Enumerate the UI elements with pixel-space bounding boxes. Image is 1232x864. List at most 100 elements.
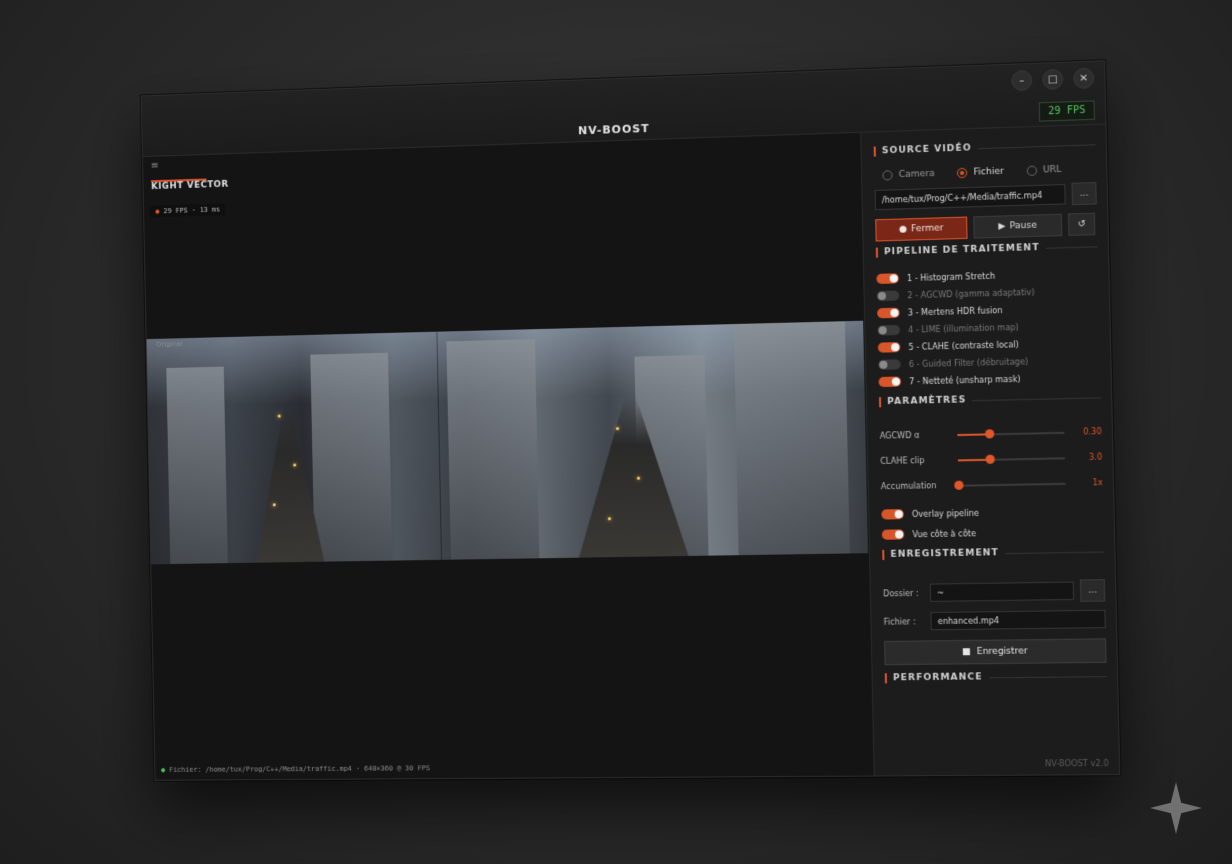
toggle-switch[interactable] <box>878 359 901 370</box>
brand-label: KIGHT VECTOR <box>151 179 229 193</box>
side-by-side-divider <box>436 331 443 560</box>
slider-handle[interactable] <box>985 454 996 464</box>
record-dot-icon: ● <box>898 224 908 235</box>
radio-circle-icon <box>957 167 968 179</box>
source-radio-url[interactable]: URL <box>1026 164 1062 177</box>
close-source-label: Fermer <box>911 223 944 235</box>
section-record: ENREGISTREMENT <box>882 546 1105 561</box>
pipeline-item-2[interactable]: 2 - AGCWD (gamma adaptativ) <box>876 285 1099 302</box>
slider-value: 1x <box>1092 478 1103 488</box>
slider-track[interactable] <box>954 480 1066 490</box>
radio-circle-icon <box>882 170 893 181</box>
option-toggle-2[interactable]: Vue côte à côte <box>881 526 1104 540</box>
toggle-switch[interactable] <box>876 290 900 302</box>
option-toggle-1[interactable]: Overlay pipeline <box>881 506 1103 520</box>
scene: – □ ✕ 29 FPS NV-BOOST ≡ KIGHT VECTOR ● 2… <box>0 0 1232 864</box>
close-source-button[interactable]: ● Fermer <box>875 216 968 242</box>
radio-label: URL <box>1042 164 1062 176</box>
file-row: Fichier : enhanced.mp4 <box>883 609 1106 631</box>
radio-circle-icon <box>1026 165 1037 177</box>
toggle-label: 6 - Guided Filter (débruitage) <box>908 356 1029 369</box>
folder-row: Dossier : ~ ... <box>882 579 1106 604</box>
mini-stats: ● 29 FPS · 13 ms <box>149 203 226 218</box>
browse-source-button[interactable]: ... <box>1071 182 1097 206</box>
maximize-button[interactable]: □ <box>1042 68 1064 90</box>
toggle-switch[interactable] <box>877 307 900 319</box>
source-path-input[interactable]: /home/tux/Prog/C++/Media/traffic.mp4 <box>874 184 1066 211</box>
param-sliders: AGCWD α 0.30 CLAHE clip 3.0 Accumulation 1x <box>880 427 1103 491</box>
window-controls: – □ ✕ <box>1011 67 1095 92</box>
car-light <box>277 414 281 418</box>
browse-folder-button[interactable]: ... <box>1079 579 1106 602</box>
slider-track[interactable] <box>957 428 1065 439</box>
record-button[interactable]: ■ Enregistrer <box>884 638 1107 666</box>
bottom-status: ● Fichier: /home/tux/Prog/C++/Media/traf… <box>161 764 430 774</box>
status-text: Fichier: /home/tux/Prog/C++/Media/traffi… <box>169 764 430 774</box>
mini-sep: · <box>191 206 196 215</box>
mini-latency: 13 ms <box>199 205 221 215</box>
source-path-row: /home/tux/Prog/C++/Media/traffic.mp4 ... <box>874 182 1097 211</box>
minimize-button[interactable]: – <box>1011 69 1033 92</box>
building <box>166 366 228 565</box>
pipeline-item-1[interactable]: 1 - Histogram Stretch <box>876 268 1098 284</box>
pipeline-item-4[interactable]: 4 - LIME (illumination map) <box>877 320 1099 336</box>
car-light <box>272 503 276 507</box>
toggle-switch[interactable] <box>878 376 902 388</box>
slider-handle[interactable] <box>954 480 964 490</box>
folder-label: Dossier : <box>882 588 919 598</box>
pipeline-item-3[interactable]: 3 - Mertens HDR fusion <box>877 302 1099 319</box>
video-viewer[interactable]: ≡ KIGHT VECTOR ● 29 FPS · 13 ms Original… <box>142 132 875 781</box>
section-title-record: ENREGISTREMENT <box>890 548 999 560</box>
car-light <box>607 517 611 521</box>
building <box>446 339 540 560</box>
toggle-switch[interactable] <box>881 529 905 540</box>
section-params: PARAMÈTRES <box>878 392 1101 408</box>
section-title-params: PARAMÈTRES <box>887 395 967 408</box>
play-icon: ▶ <box>998 221 1006 232</box>
slider-handle[interactable] <box>985 428 995 439</box>
section-performance: PERFORMANCE <box>884 671 1107 684</box>
folder-input[interactable]: ~ <box>929 581 1075 602</box>
pipeline-item-7[interactable]: 7 - Netteté (unsharp mask) <box>878 372 1101 388</box>
radio-label: Camera <box>898 168 935 181</box>
pause-label: Pause <box>1009 220 1038 232</box>
mini-fps: 29 FPS <box>163 206 188 216</box>
pipeline-item-6[interactable]: 6 - Guided Filter (débruitage) <box>878 354 1100 370</box>
slider-track[interactable] <box>957 454 1065 464</box>
toggle-switch[interactable] <box>881 509 904 520</box>
pipeline-item-5[interactable]: 5 - CLAHE (contraste local) <box>877 337 1100 353</box>
car-light <box>293 463 297 467</box>
source-radio-camera[interactable]: Camera <box>882 169 935 181</box>
source-radio-fichier[interactable]: Fichier <box>957 167 1004 179</box>
car-light <box>616 427 620 431</box>
slider-label: Accumulation <box>880 481 937 492</box>
toggle-switch[interactable] <box>877 342 901 353</box>
car-light <box>636 476 640 480</box>
status-dot-icon: ● <box>155 207 160 216</box>
slider-value: 0.30 <box>1083 426 1102 437</box>
file-label: Fichier : <box>883 616 916 627</box>
pause-button[interactable]: ▶ Pause <box>973 213 1063 239</box>
param-slider-2: CLAHE clip 3.0 <box>880 452 1102 465</box>
radio-label: Fichier <box>973 166 1004 178</box>
stop-square-icon: ■ <box>961 647 971 658</box>
toggle-label: 5 - CLAHE (contraste local) <box>908 339 1019 352</box>
file-input[interactable]: enhanced.mp4 <box>930 609 1106 631</box>
toggle-label: 4 - LIME (illumination map) <box>908 322 1019 335</box>
pipeline-list: 1 - Histogram Stretch 2 - AGCWD (gamma ad… <box>876 268 1101 388</box>
control-panel: SOURCE VIDÉO Camera Fichier URL /home/tux/… <box>861 124 1121 778</box>
param-slider-3: Accumulation 1x <box>881 478 1103 491</box>
video-frame[interactable] <box>146 320 869 565</box>
menu-icon[interactable]: ≡ <box>151 160 159 171</box>
close-button[interactable]: ✕ <box>1073 67 1095 89</box>
record-button-label: Enregistrer <box>976 646 1028 658</box>
source-buttons: ● Fermer ▶ Pause ↺ <box>875 212 1097 242</box>
slider-label: AGCWD α <box>879 430 920 441</box>
reload-button[interactable]: ↺ <box>1067 212 1096 236</box>
toggle-label: 1 - Histogram Stretch <box>906 271 996 283</box>
building <box>733 321 850 556</box>
section-pipeline: PIPELINE DE TRAITEMENT <box>875 241 1098 258</box>
toggle-label: 7 - Netteté (unsharp mask) <box>909 374 1021 386</box>
toggle-switch[interactable] <box>876 273 899 284</box>
toggle-switch[interactable] <box>877 324 901 336</box>
